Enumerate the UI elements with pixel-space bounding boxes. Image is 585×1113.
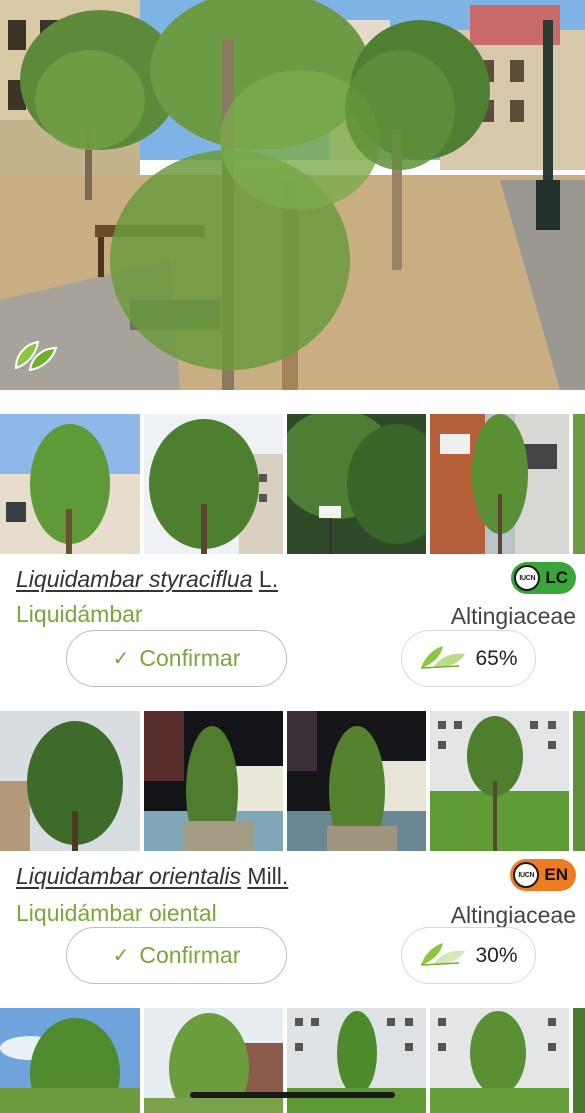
thumbnail-image[interactable] [430,1008,569,1113]
checkmark-icon: ✓ [112,648,130,670]
checkmark-icon: ✓ [112,945,130,967]
iucn-logo-icon: IUCN [513,862,540,888]
iucn-status-code: LC [545,568,568,587]
thumbnail-image[interactable] [430,414,569,554]
thumbnail-strip[interactable] [0,414,585,554]
thumbnail-image[interactable] [0,1008,140,1113]
scientific-name-link[interactable]: Liquidambar styraciflua L. [16,566,278,593]
iucn-status-badge[interactable]: IUCN EN [510,859,576,891]
result-card[interactable]: Liquidambar orientalis Mill. IUCN EN Liq… [0,711,585,1001]
thumbnail-image[interactable] [430,711,569,851]
iucn-status-badge[interactable]: IUCN LC [511,562,576,594]
thumbnail-strip[interactable] [0,711,585,851]
scientific-name[interactable]: Liquidambar orientalis [16,863,241,889]
iucn-logo-icon: IUCN [514,565,541,591]
thumbnail-image[interactable] [287,711,426,851]
scientific-name-link[interactable]: Liquidambar orientalis Mill. [16,863,288,890]
scientific-name[interactable]: Liquidambar styraciflua [16,566,253,592]
thumbnail-image[interactable] [573,711,585,851]
thumbnail-image[interactable] [287,414,426,554]
family-name: Altingiaceae [450,603,576,629]
confirm-button[interactable]: ✓ Confirmar [66,927,287,984]
leaf-icon [419,939,467,973]
confirm-label: Confirmar [139,645,241,671]
thumbnail-image[interactable] [144,414,283,554]
thumbnail-image[interactable] [573,1008,585,1113]
home-indicator[interactable] [190,1092,395,1098]
score-value: 65% [475,646,518,670]
confirm-button[interactable]: ✓ Confirmar [66,630,287,687]
thumbnail-image[interactable] [144,711,283,851]
score-value: 30% [475,943,518,967]
family-name: Altingiaceae [450,902,576,928]
common-name: Liquidámbar [16,601,143,627]
common-name: Liquidámbar oiental [16,900,217,926]
observation-photo[interactable] [0,0,585,390]
result-card[interactable]: Liquidambar styraciflua L. IUCN LC Liqui… [0,414,585,704]
leaf-icon [419,642,467,676]
author-citation[interactable]: Mill. [247,863,288,889]
leaf-badge-icon [12,334,60,374]
thumbnail-image[interactable] [573,414,585,554]
confidence-score: 30% [401,927,536,984]
thumbnail-image[interactable] [0,414,140,554]
confidence-score: 65% [401,630,536,687]
iucn-status-code: EN [544,865,568,884]
confirm-label: Confirmar [139,942,241,968]
thumbnail-image[interactable] [0,711,140,851]
author-citation[interactable]: L. [259,566,278,592]
